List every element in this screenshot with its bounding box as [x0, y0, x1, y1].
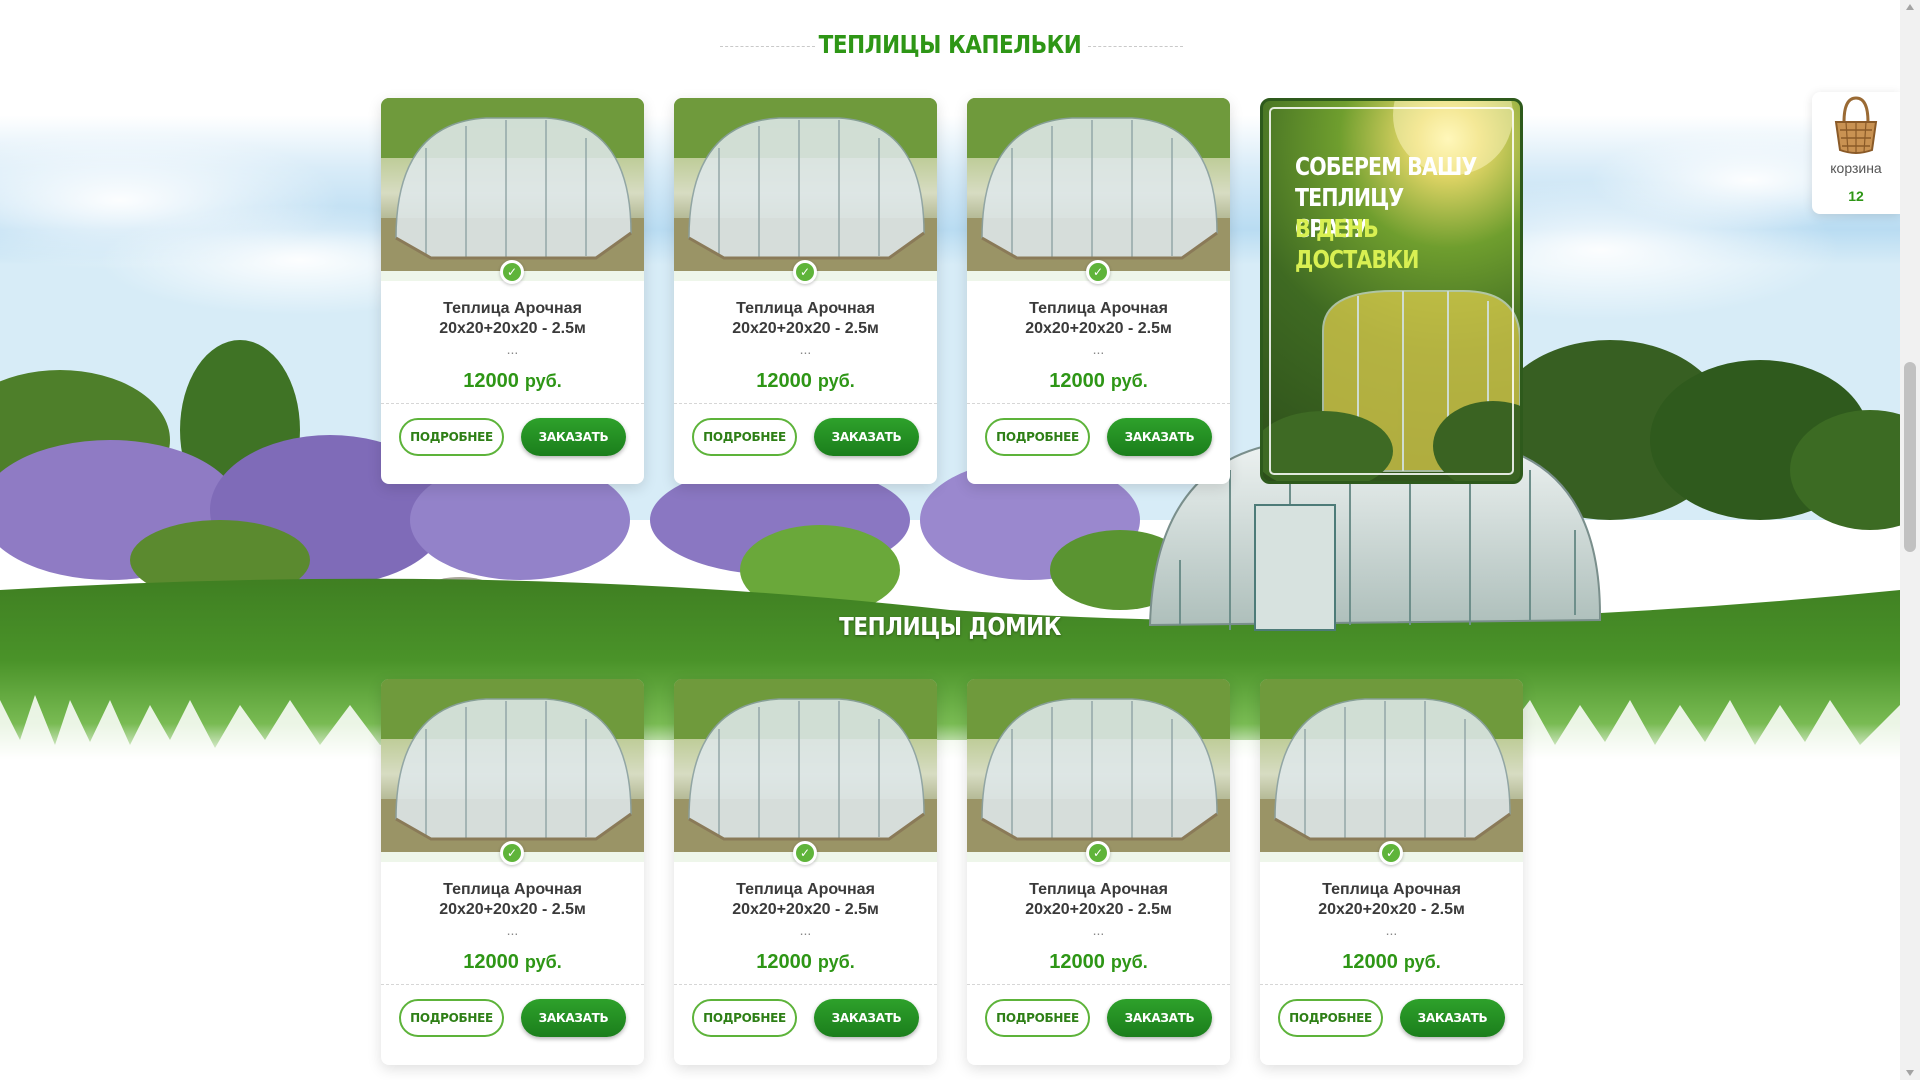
product-price: 12000 руб. — [756, 951, 855, 973]
title-divider-right — [1088, 46, 1183, 47]
scroll-up-icon[interactable] — [1906, 4, 1914, 10]
order-button[interactable]: ЗАКАЗАТЬ — [814, 418, 919, 456]
product-card: ✓ Теплица Арочная 20x20+20x20 - 2.5м ... … — [967, 679, 1230, 1065]
product-price: 12000 руб. — [756, 370, 855, 392]
check-icon: ✓ — [1379, 841, 1403, 865]
promo-line-1: СОБЕРЕМ ВАШУ — [1295, 152, 1477, 181]
product-name[interactable]: Теплица Арочная 20x20+20x20 - 2.5м — [391, 880, 634, 920]
order-button[interactable]: ЗАКАЗАТЬ — [1107, 999, 1212, 1037]
product-name[interactable]: Теплица Арочная 20x20+20x20 - 2.5м — [391, 299, 634, 339]
product-name[interactable]: Теплица Арочная 20x20+20x20 - 2.5м — [1270, 880, 1513, 920]
product-card: ✓ Теплица Арочная 20x20+20x20 - 2.5м ... … — [674, 679, 937, 1065]
check-icon: ✓ — [793, 260, 817, 284]
product-card: ✓ Теплица Арочная 20x20+20x20 - 2.5м ... … — [1260, 679, 1523, 1065]
product-ellipsis: ... — [799, 922, 812, 938]
product-price: 12000 руб. — [1342, 951, 1441, 973]
section-title-kapelki: ТЕПЛИЦЫ КАПЕЛЬКИ — [818, 30, 1082, 59]
details-button[interactable]: ПОДРОБНЕЕ — [985, 999, 1090, 1037]
product-photo[interactable] — [1260, 679, 1523, 852]
product-price: 12000 руб. — [1049, 951, 1148, 973]
product-ellipsis: ... — [1385, 922, 1398, 938]
product-ellipsis: ... — [1092, 922, 1105, 938]
details-button[interactable]: ПОДРОБНЕЕ — [399, 999, 504, 1037]
product-ellipsis: ... — [1092, 341, 1105, 357]
scrollbar[interactable] — [1900, 0, 1920, 1080]
check-icon: ✓ — [1086, 260, 1110, 284]
cart-label: корзина — [1830, 160, 1882, 176]
details-button[interactable]: ПОДРОБНЕЕ — [692, 418, 797, 456]
product-card: ✓ Теплица Арочная 20x20+20x20 - 2.5м ... … — [381, 98, 644, 484]
product-card: ✓ Теплица Арочная 20x20+20x20 - 2.5м ... … — [674, 98, 937, 484]
product-photo[interactable] — [967, 98, 1230, 271]
product-card: ✓ Теплица Арочная 20x20+20x20 - 2.5м ... … — [381, 679, 644, 1065]
product-photo[interactable] — [381, 98, 644, 271]
garden-background — [0, 80, 1900, 760]
check-icon: ✓ — [500, 260, 524, 284]
product-name[interactable]: Теплица Арочная 20x20+20x20 - 2.5м — [684, 299, 927, 339]
product-photo[interactable] — [674, 679, 937, 852]
order-button[interactable]: ЗАКАЗАТЬ — [521, 418, 626, 456]
order-button[interactable]: ЗАКАЗАТЬ — [1107, 418, 1212, 456]
product-name[interactable]: Теплица Арочная 20x20+20x20 - 2.5м — [977, 880, 1220, 920]
product-name[interactable]: Теплица Арочная 20x20+20x20 - 2.5м — [684, 880, 927, 920]
product-price: 12000 руб. — [463, 370, 562, 392]
details-button[interactable]: ПОДРОБНЕЕ — [1278, 999, 1383, 1037]
scrollbar-thumb[interactable] — [1904, 362, 1916, 552]
cart-count: 12 — [1848, 188, 1864, 204]
product-price: 12000 руб. — [463, 951, 562, 973]
page: ТЕПЛИЦЫ КАПЕЛЬКИ ✓ Теплица Арочная 20x20+… — [0, 0, 1920, 1080]
product-ellipsis: ... — [506, 341, 519, 357]
product-name[interactable]: Теплица Арочная 20x20+20x20 - 2.5м — [977, 299, 1220, 339]
product-ellipsis: ... — [799, 341, 812, 357]
basket-icon — [1834, 96, 1878, 154]
product-photo[interactable] — [967, 679, 1230, 852]
details-button[interactable]: ПОДРОБНЕЕ — [399, 418, 504, 456]
product-photo[interactable] — [381, 679, 644, 852]
check-icon: ✓ — [793, 841, 817, 865]
promo-banner[interactable]: СОБЕРЕМ ВАШУ ТЕПЛИЦУ СРАЗУ В ДЕНЬ ДОСТАВ… — [1260, 98, 1523, 484]
product-photo[interactable] — [674, 98, 937, 271]
product-card: ✓ Теплица Арочная 20x20+20x20 - 2.5м ... … — [967, 98, 1230, 484]
promo-line-3: В ДЕНЬ ДОСТАВКИ — [1295, 214, 1419, 274]
order-button[interactable]: ЗАКАЗАТЬ — [814, 999, 919, 1037]
details-button[interactable]: ПОДРОБНЕЕ — [692, 999, 797, 1037]
order-button[interactable]: ЗАКАЗАТЬ — [521, 999, 626, 1037]
check-icon: ✓ — [500, 841, 524, 865]
product-ellipsis: ... — [506, 922, 519, 938]
cart-widget[interactable]: корзина 12 — [1812, 92, 1900, 214]
order-button[interactable]: ЗАКАЗАТЬ — [1400, 999, 1505, 1037]
product-price: 12000 руб. — [1049, 370, 1148, 392]
scroll-down-icon[interactable] — [1906, 1070, 1914, 1076]
section-title-domik: ТЕПЛИЦЫ ДОМИК — [839, 612, 1061, 641]
check-icon: ✓ — [1086, 841, 1110, 865]
details-button[interactable]: ПОДРОБНЕЕ — [985, 418, 1090, 456]
